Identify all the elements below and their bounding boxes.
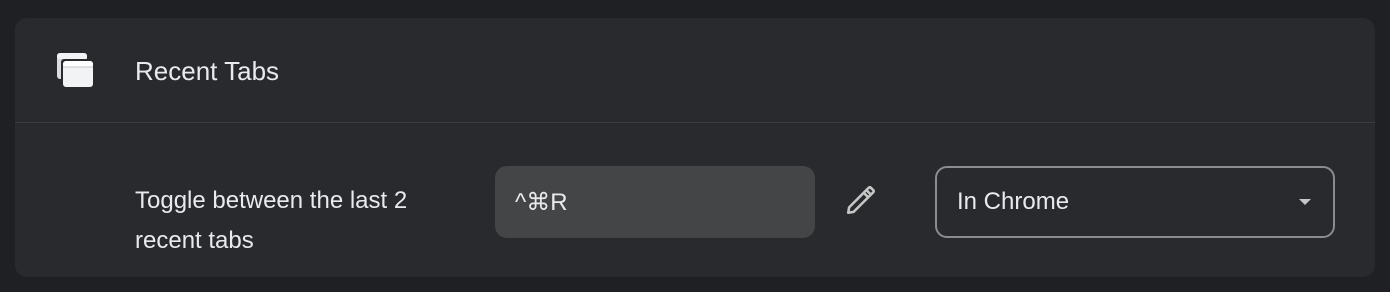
recent-tabs-icon (55, 51, 95, 89)
scope-selected-value: In Chrome (957, 188, 1070, 215)
card-header: Recent Tabs (15, 18, 1375, 123)
section-title: Recent Tabs (135, 56, 280, 86)
edit-shortcut-button[interactable] (841, 182, 881, 222)
shortcut-row: Toggle between the last 2 recent tabs ^⌘… (15, 123, 1375, 277)
caret-down-icon (1299, 199, 1311, 205)
shortcut-input[interactable]: ^⌘R (495, 166, 815, 238)
shortcut-description: Toggle between the last 2 recent tabs (135, 187, 408, 254)
scope-select[interactable]: In Chrome (935, 166, 1335, 238)
shortcut-card: Recent Tabs Toggle between the last 2 re… (15, 18, 1375, 277)
shortcut-value: ^⌘R (515, 188, 568, 216)
pencil-icon (844, 183, 878, 222)
